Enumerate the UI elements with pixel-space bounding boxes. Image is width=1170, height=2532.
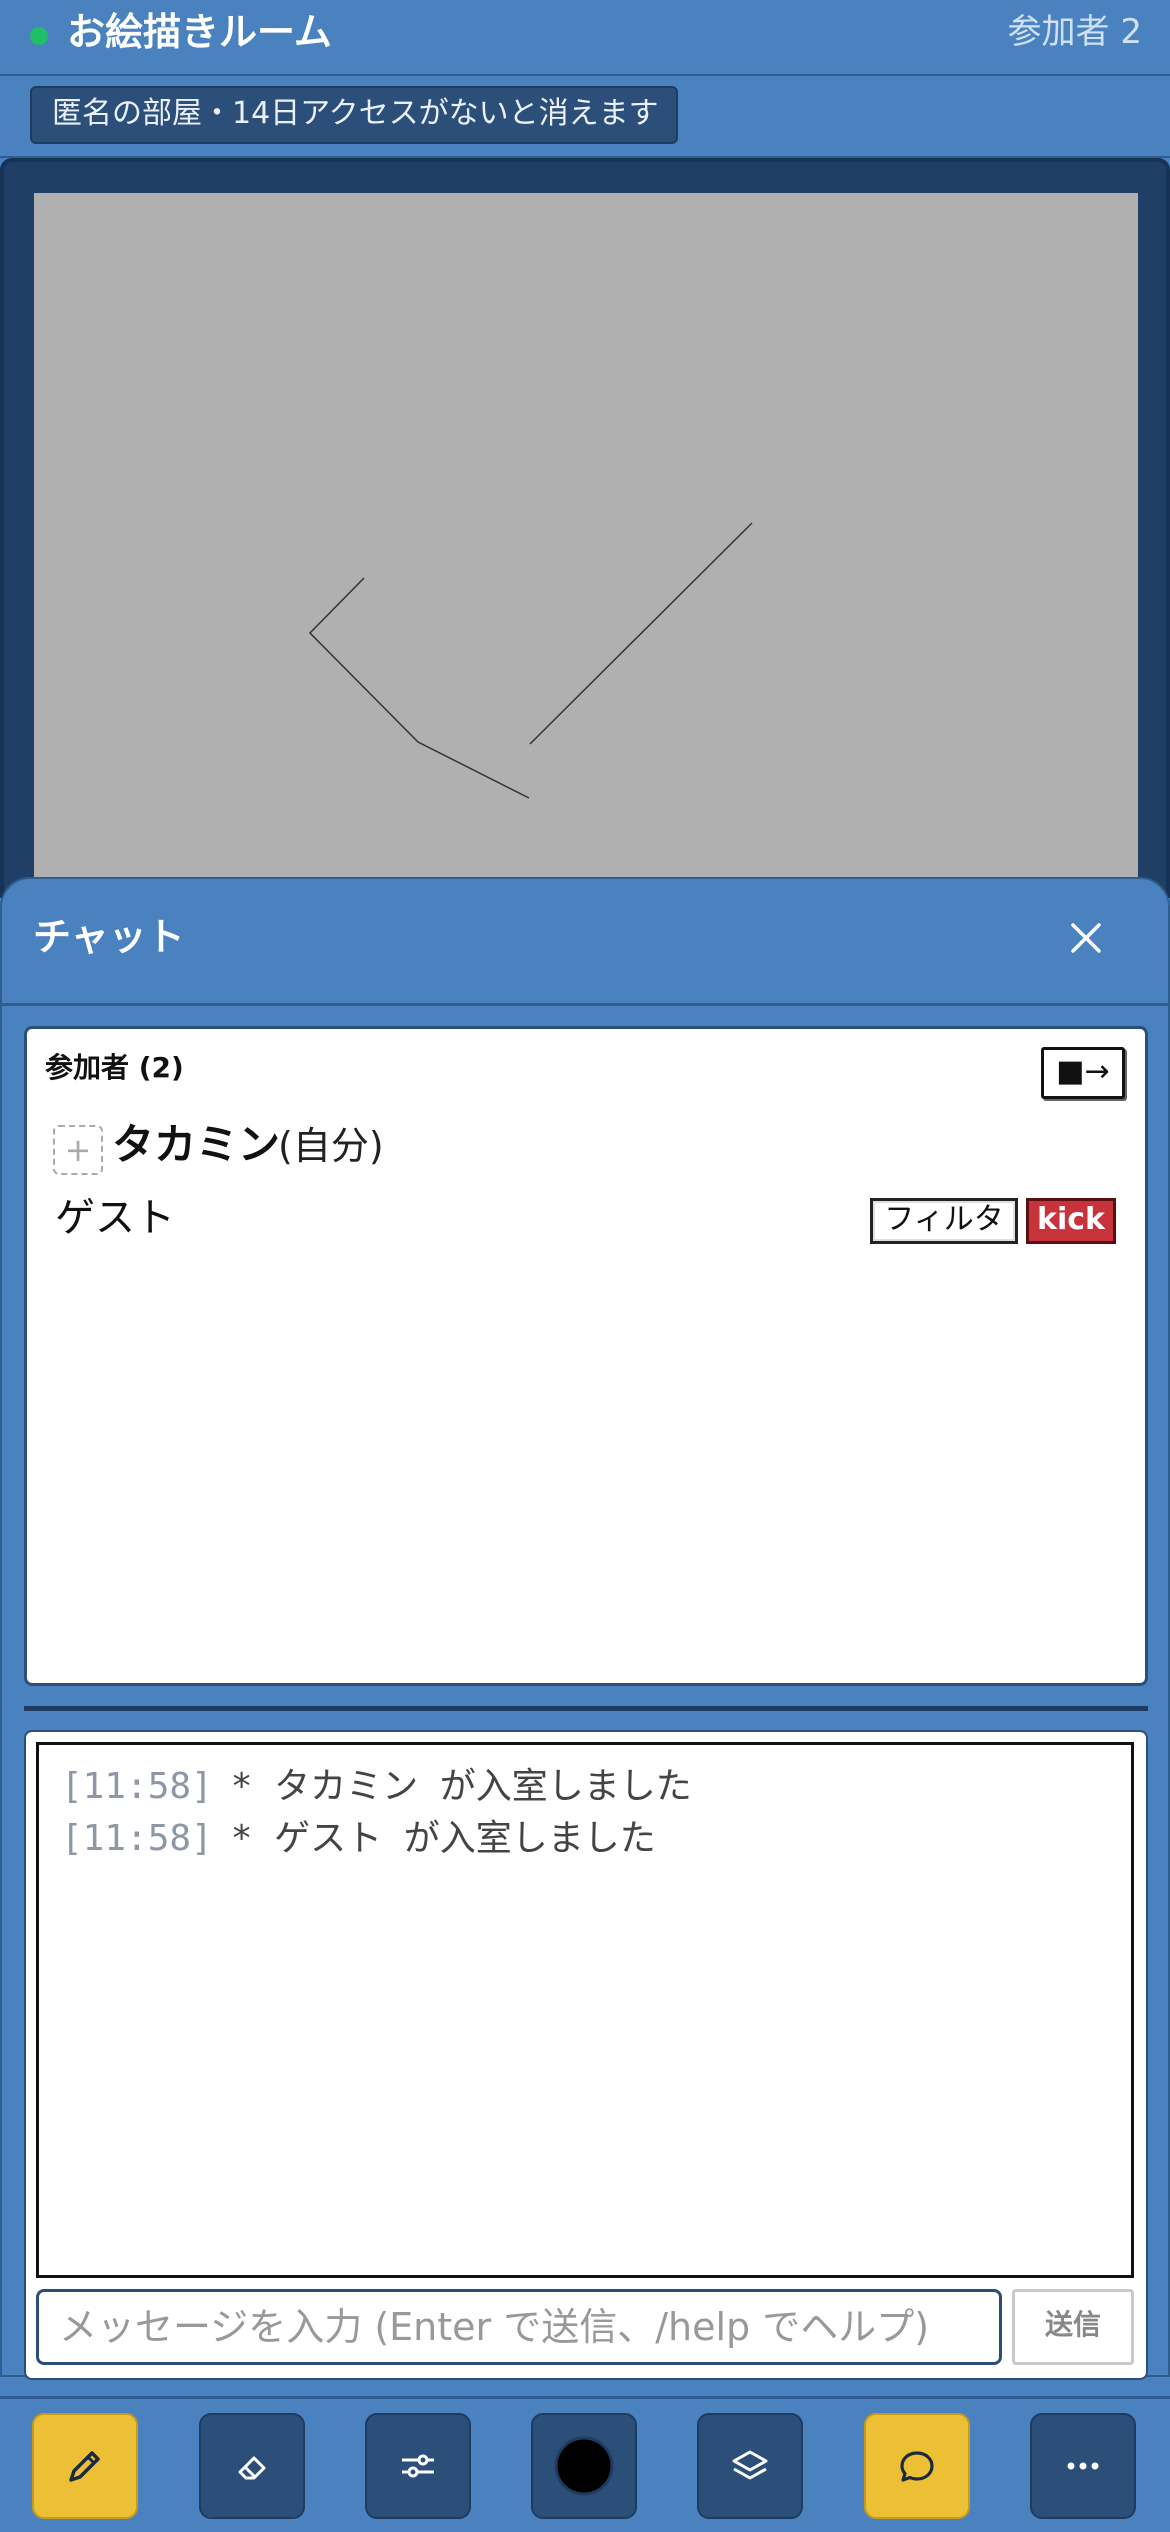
log-entry: [11:58] * タカミン が入室しました — [61, 1761, 692, 1813]
color-tool-button[interactable] — [531, 2413, 637, 2519]
participants-count[interactable]: 参加者 2 — [1008, 10, 1142, 54]
log-time: [11:58] — [61, 1766, 213, 1807]
log-entry: [11:58] * ゲスト が入室しました — [61, 1813, 656, 1865]
settings-tool-button[interactable] — [365, 2413, 471, 2519]
stroke-1 — [308, 577, 530, 799]
room-expiry-notice: 匿名の部屋・14日アクセスがないと消えます — [30, 86, 678, 144]
kick-button[interactable]: kick — [1026, 1198, 1116, 1244]
more-tool-button[interactable] — [1030, 2413, 1136, 2519]
chat-title: チャット — [33, 915, 185, 959]
chat-log: [11:58] * タカミン が入室しました [11:58] * ゲスト が入室しま… — [36, 1742, 1134, 2278]
add-avatar-icon[interactable]: + — [53, 1125, 103, 1175]
participant-name: ゲスト — [55, 1195, 175, 1241]
more-icon — [1067, 2462, 1099, 2470]
self-participant-name: タカミン — [112, 1120, 281, 1169]
log-time: [11:58] — [61, 1818, 213, 1859]
close-icon[interactable] — [1060, 912, 1112, 964]
chat-bubble-icon — [900, 2451, 934, 2482]
self-participant-tag: (自分) — [278, 1124, 384, 1168]
chat-tool-button[interactable] — [864, 2413, 970, 2519]
color-swatch-icon — [554, 2436, 614, 2496]
sliders-icon — [402, 2454, 434, 2478]
eraser-tool-button[interactable] — [199, 2413, 305, 2519]
eraser-icon — [238, 2456, 266, 2480]
pen-tool-button[interactable] — [32, 2413, 138, 2519]
log-text: * ゲスト が入室しました — [230, 1818, 656, 1859]
pen-icon — [69, 2451, 100, 2482]
canvas-strokes — [308, 522, 753, 799]
stroke-2 — [529, 522, 753, 745]
layers-icon — [732, 2450, 768, 2480]
panel-splitter[interactable] — [24, 1706, 1148, 1711]
message-input[interactable] — [36, 2289, 1002, 2365]
log-text: * タカミン が入室しました — [230, 1766, 692, 1807]
app-header: お絵描きルーム 参加者 2 — [0, 0, 1170, 76]
participants-heading: 参加者 (2) — [45, 1051, 184, 1084]
send-button[interactable]: 送信 — [1012, 2289, 1134, 2365]
online-status-dot — [30, 27, 48, 45]
drawing-canvas[interactable] — [34, 193, 1138, 893]
participants-toggle-button[interactable]: ■→ — [1041, 1047, 1125, 1099]
chat-header-divider — [0, 1003, 1170, 1006]
layers-tool-button[interactable] — [697, 2413, 803, 2519]
filter-button[interactable]: フィルタ — [870, 1198, 1018, 1244]
room-title: お絵描きルーム — [67, 10, 332, 54]
